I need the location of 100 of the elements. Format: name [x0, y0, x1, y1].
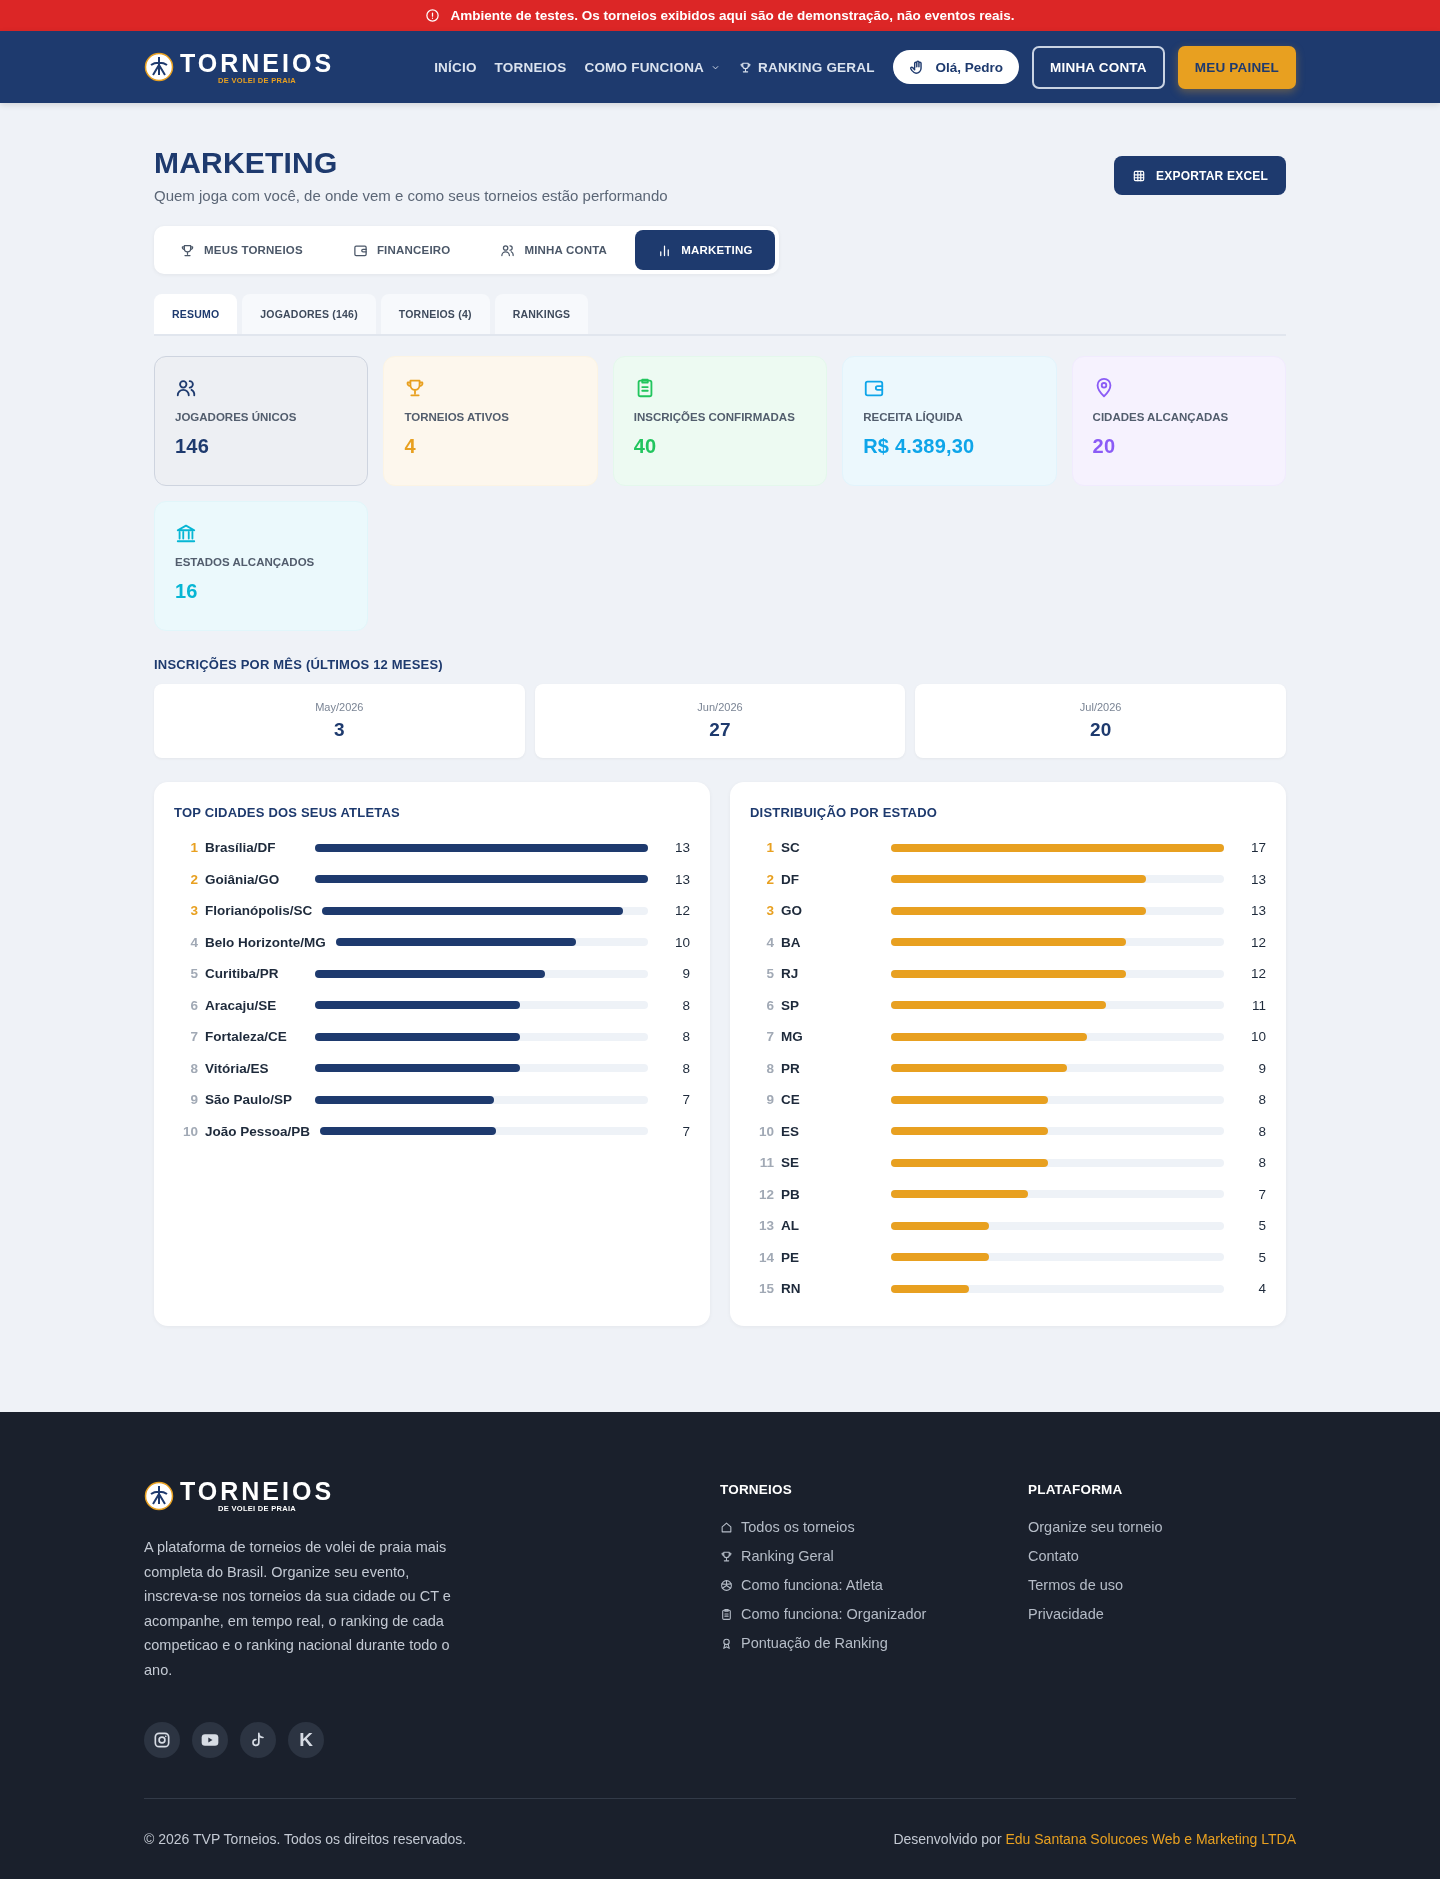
month-label: Jul/2026 [1079, 701, 1122, 713]
youtube-button[interactable] [192, 1722, 228, 1758]
alert-icon [425, 8, 441, 23]
row-value: 8 [1257, 1092, 1266, 1108]
nav-link[interactable]: COMO FUNCIONA [584, 59, 722, 75]
row-value: 12 [673, 903, 690, 919]
month-value: 3 [333, 719, 345, 741]
month-value: 27 [709, 719, 731, 741]
nav-link[interactable]: INÍCIO [434, 59, 477, 75]
stat-value: 146 [175, 435, 210, 458]
row-name: Curitiba/PR [205, 966, 280, 982]
footer-link[interactable]: Como funciona: Atleta [720, 1577, 1028, 1593]
footer-link[interactable]: Como funciona: Organizador [720, 1606, 1028, 1622]
footer-link[interactable]: Todos os torneios [720, 1519, 1028, 1535]
social-button[interactable]: K [288, 1722, 324, 1758]
footer-link[interactable]: Organize seu torneio [1028, 1519, 1296, 1535]
row-value: 8 [1257, 1155, 1266, 1171]
row-name: DF [781, 871, 800, 887]
clipboard-icon [720, 1607, 733, 1621]
row-value: 10 [673, 934, 690, 950]
row-value: 8 [681, 1029, 690, 1045]
tiktok-button[interactable] [240, 1722, 276, 1758]
main-tab[interactable]: MARKETING [635, 230, 775, 270]
rank-number: 3 [189, 903, 198, 919]
row-value: 8 [681, 997, 690, 1013]
stat-value: 4 [404, 435, 417, 458]
stat-label: TORNEIOS ATIVOS [404, 411, 510, 423]
footer-link[interactable]: Contato [1028, 1548, 1296, 1564]
row-name: Florianópolis/SC [205, 903, 313, 919]
row-name: São Paulo/SP [205, 1092, 294, 1108]
stat-value: R$ 4.389,30 [863, 435, 976, 458]
row-value: 8 [681, 1060, 690, 1076]
main-tab[interactable]: MEUS TORNEIOS [158, 230, 325, 270]
footer-column-title: PLATAFORMA [1028, 1482, 1124, 1497]
stat-label: CIDADES ALCANÇADAS [1092, 411, 1230, 423]
row-value: 13 [673, 871, 690, 887]
account-button[interactable]: MINHA CONTA [1032, 45, 1165, 89]
rank-number: 1 [765, 840, 774, 856]
rank-number: 1 [189, 840, 198, 856]
rank-number: 6 [765, 997, 774, 1013]
nav-link[interactable]: TORNEIOS [494, 59, 567, 75]
export-button[interactable]: EXPORTAR EXCEL [1114, 156, 1286, 195]
rank-number: 7 [765, 1029, 774, 1045]
rank-number: 8 [189, 1060, 198, 1076]
table-icon [1132, 168, 1147, 183]
instagram-button[interactable] [144, 1722, 180, 1758]
sub-tab[interactable]: RESUMO [154, 294, 238, 334]
row-value: 8 [1257, 1123, 1266, 1139]
footer-link[interactable]: Privacidade [1028, 1606, 1296, 1622]
award-icon [720, 1636, 733, 1650]
rank-number: 9 [765, 1092, 774, 1108]
rank-number: 10 [181, 1123, 198, 1139]
row-name: Brasília/DF [205, 840, 277, 856]
row-name: PR [781, 1060, 801, 1076]
panel-button[interactable]: MEU PAINEL [1177, 45, 1296, 89]
row-name: MG [781, 1029, 804, 1045]
row-name: AL [781, 1218, 800, 1234]
stat-value: 20 [1092, 435, 1117, 458]
footer-column-title: TORNEIOS [720, 1482, 793, 1497]
row-name: Vitória/ES [205, 1060, 270, 1076]
sub-tab[interactable]: TORNEIOS (4) [380, 294, 490, 334]
row-value: 5 [1257, 1249, 1266, 1265]
row-name: BA [781, 934, 802, 950]
rank-number: 14 [757, 1249, 774, 1265]
rank-number: 13 [757, 1218, 774, 1234]
main-tab[interactable]: MINHA CONTA [478, 230, 630, 270]
row-value: 13 [1249, 903, 1266, 919]
logo-title: TORNEIOS [180, 49, 335, 76]
row-value: 17 [1249, 840, 1266, 856]
rank-number: 4 [765, 934, 774, 950]
home-icon [720, 1520, 733, 1534]
greeting-button[interactable]: Olá, Pedro [892, 50, 1020, 84]
row-value: 13 [673, 840, 690, 856]
main-tab[interactable]: FINANCEIRO [330, 230, 473, 270]
credit-link[interactable]: Edu Santana Solucoes Web e Marketing LTDA [1005, 1831, 1296, 1847]
ball-icon [720, 1578, 733, 1592]
row-name: Fortaleza/CE [205, 1029, 288, 1045]
row-name: Aracaju/SE [205, 997, 278, 1013]
trophy-icon [739, 60, 753, 74]
row-value: 7 [1257, 1186, 1266, 1202]
sub-tab[interactable]: JOGADORES (146) [242, 294, 376, 334]
users-icon [500, 242, 516, 258]
footer-link[interactable]: Ranking Geral [720, 1548, 1028, 1564]
stat-label: INSCRIÇÕES CONFIRMADAS [633, 411, 796, 423]
page-subtitle: Quem joga com você, de onde vem e como seus torneios estão performando [154, 187, 668, 204]
row-value: 4 [1257, 1281, 1266, 1297]
rank-number: 7 [189, 1029, 198, 1045]
section-title: INSCRIÇÕES POR MÊS (ÚLTIMOS 12 MESES) [154, 657, 444, 672]
footer-link[interactable]: Termos de uso [1028, 1577, 1296, 1593]
row-name: ES [781, 1123, 800, 1139]
logo-emblem-icon [144, 1480, 174, 1511]
rank-number: 4 [189, 934, 198, 950]
trophy-icon [720, 1549, 733, 1563]
trophy-icon [180, 242, 195, 258]
nav-link[interactable]: RANKING GERAL [739, 59, 875, 75]
footer-link[interactable]: Pontuação de Ranking [720, 1635, 1028, 1651]
stat-value: 16 [175, 580, 199, 603]
wallet-icon [352, 242, 368, 258]
panel-title: TOP CIDADES DOS SEUS ATLETAS [174, 805, 401, 820]
sub-tab[interactable]: RANKINGS [494, 294, 589, 334]
